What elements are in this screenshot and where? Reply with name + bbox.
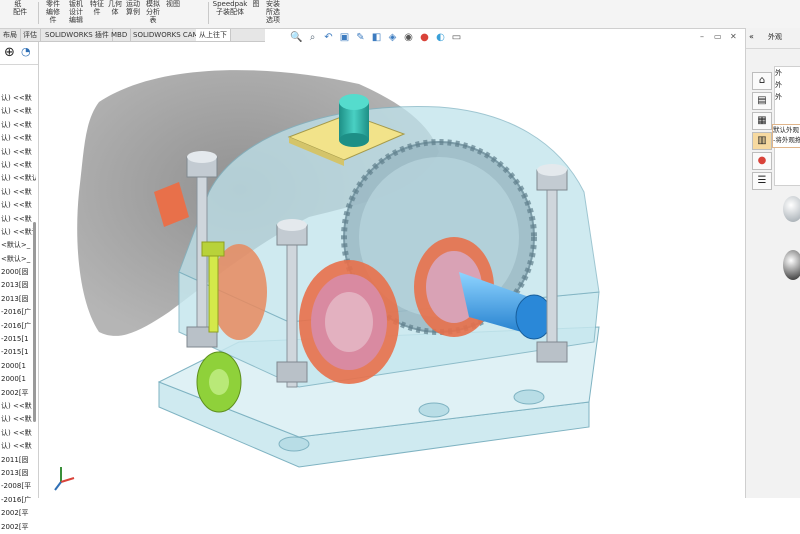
tab-solidworks-cam[interactable]: SOLIDWORKS CAM <box>130 29 203 41</box>
ribbon-item-7[interactable]: 视图 <box>164 0 182 26</box>
tooltip-line-1: 默认外观 <box>773 126 799 134</box>
viewport-window-controls: – ▭ ✕ <box>700 32 745 42</box>
design-library-icon[interactable]: ▦ <box>752 112 772 130</box>
tree-item[interactable]: 2002[平 <box>0 387 36 400</box>
feature-tree: 认) <<默 认) <<默 认) <<默 认) <<默 认) <<默 认) <<默 认) <… <box>0 92 36 534</box>
tab-mbd[interactable]: MBD <box>108 29 132 41</box>
tree-item[interactable]: 认) <<默 <box>0 186 36 199</box>
appearance-swatch-dark[interactable] <box>783 250 800 280</box>
green-flange <box>196 351 242 413</box>
tree-item[interactable]: 认) <<默 <box>0 105 36 118</box>
tab-solidworks-addins[interactable]: SOLIDWORKS 插件 <box>42 29 113 41</box>
tree-item[interactable]: -2016[广 <box>0 494 36 507</box>
command-tabs: 布局 评估 SOLIDWORKS 插件 MBD SOLIDWORKS CAM 从… <box>0 29 265 42</box>
tree-item[interactable]: <默认>_ <box>0 239 36 252</box>
command-ribbon: 纸 配件 零件 编修 件 钣机 设计 编辑 特征 件 几何 体 运动 算例 模拟… <box>0 0 800 29</box>
task-pane: « 外观 ⌂ ▤ ▦ ▥ ● ☰ 外 外 外 默认外观 -将外观拖 <box>745 28 800 498</box>
tree-item[interactable]: 2011[固 <box>0 454 36 467</box>
tab-top-down[interactable]: 从上往下 <box>196 29 231 41</box>
graphics-area[interactable] <box>39 42 745 498</box>
tree-item[interactable]: -2015[1 <box>0 333 36 346</box>
ribbon-item-9[interactable]: 图 <box>250 0 262 26</box>
appearance-folder[interactable]: 外 <box>775 67 800 79</box>
tree-item[interactable]: 2000[1 <box>0 373 36 386</box>
tree-item[interactable]: 2013[固 <box>0 293 36 306</box>
tree-item[interactable]: -2008[平 <box>0 480 36 493</box>
restore-icon[interactable]: ▭ <box>714 32 722 41</box>
tree-item[interactable]: 认) <<默认 <box>0 226 36 239</box>
ribbon-item-0[interactable]: 纸 配件 <box>4 0 34 26</box>
orientation-triad <box>54 467 75 491</box>
feature-manager-panel: ⊕ ◔ 认) <<默 认) <<默 认) <<默 认) <<默 认) <<默 认) <<默… <box>0 42 39 531</box>
tree-item[interactable]: 认) <<默 <box>0 440 36 453</box>
tree-item[interactable]: 认) <<默 <box>0 132 36 145</box>
ribbon-item-2[interactable]: 钣机 设计 编辑 <box>66 0 86 26</box>
appearance-pie-icon[interactable]: ◔ <box>21 45 31 58</box>
tree-item[interactable]: 认) <<默 <box>0 199 36 212</box>
tab-layout[interactable]: 布局 <box>0 29 21 41</box>
ribbon-item-3[interactable]: 特征 件 <box>88 0 106 26</box>
tree-item[interactable]: 2002[平 <box>0 507 36 520</box>
tree-item[interactable]: 2002[平 <box>0 521 36 534</box>
tree-item[interactable]: -2015[1 <box>0 346 36 359</box>
tree-item[interactable]: 认) <<默 <box>0 400 36 413</box>
tree-item[interactable]: 认) <<默 <box>0 413 36 426</box>
minimize-icon[interactable]: – <box>700 32 704 41</box>
appearance-folder[interactable]: 外 <box>775 79 800 91</box>
default-appearance-tooltip: 默认外观 -将外观拖 <box>772 124 800 148</box>
home-icon[interactable]: ⌂ <box>752 72 772 90</box>
tree-item[interactable]: 认) <<默 <box>0 92 36 105</box>
close-icon[interactable]: ✕ <box>730 32 737 41</box>
file-explorer-icon[interactable]: ▥ <box>752 132 772 150</box>
tab-evaluate[interactable]: 评估 <box>20 29 41 41</box>
tree-item[interactable]: 认) <<默 <box>0 159 36 172</box>
custom-properties-icon[interactable]: ☰ <box>752 172 772 190</box>
tree-item[interactable]: 2013[固 <box>0 279 36 292</box>
task-pane-title: 外观 <box>768 33 782 41</box>
appearance-swatch-sphere[interactable] <box>783 196 800 222</box>
ribbon-item-4[interactable]: 几何 体 <box>107 0 123 26</box>
ribbon-item-5[interactable]: 运动 算例 <box>124 0 142 26</box>
panel-toolbar: ⊕ ◔ <box>0 42 38 65</box>
tree-item[interactable]: 认) <<默 <box>0 427 36 440</box>
tree-item[interactable]: 认) <<默 <box>0 213 36 226</box>
tree-item[interactable]: 2000[1 <box>0 360 36 373</box>
crosshair-icon[interactable]: ⊕ <box>4 45 15 60</box>
ribbon-separator <box>208 2 209 24</box>
task-pane-header: « 外观 <box>746 28 800 49</box>
tree-scrollbar[interactable] <box>33 222 36 422</box>
collapse-icon[interactable]: « <box>749 32 754 41</box>
appearance-folder[interactable]: 外 <box>775 91 800 103</box>
gearbox-3d-model[interactable] <box>39 42 745 498</box>
vent-plug <box>339 94 369 147</box>
tree-item[interactable]: 认) <<默 <box>0 119 36 132</box>
ribbon-item-6[interactable]: 模拟 分析 表 <box>144 0 162 26</box>
ribbon-item-speedpak[interactable]: Speedpak 子装配体 <box>212 0 248 26</box>
tree-item[interactable]: 认) <<默 <box>0 146 36 159</box>
ribbon-separator <box>38 2 39 24</box>
resources-icon[interactable]: ▤ <box>752 92 772 110</box>
ribbon-item-1[interactable]: 零件 编修 件 <box>42 0 64 26</box>
tree-item[interactable]: 2013[固 <box>0 467 36 480</box>
appearances-icon[interactable]: ● <box>752 152 772 170</box>
tree-item[interactable]: <默认>_ <box>0 253 36 266</box>
tooltip-line-2: -将外观拖 <box>773 136 800 144</box>
tree-item[interactable]: -2016[广 <box>0 320 36 333</box>
tree-item[interactable]: -2016[广 <box>0 306 36 319</box>
ribbon-item-10[interactable]: 安装 所选 选项 <box>264 0 282 26</box>
tree-item[interactable]: 2000[固 <box>0 266 36 279</box>
tree-item[interactable]: 认) <<默认 <box>0 172 36 185</box>
